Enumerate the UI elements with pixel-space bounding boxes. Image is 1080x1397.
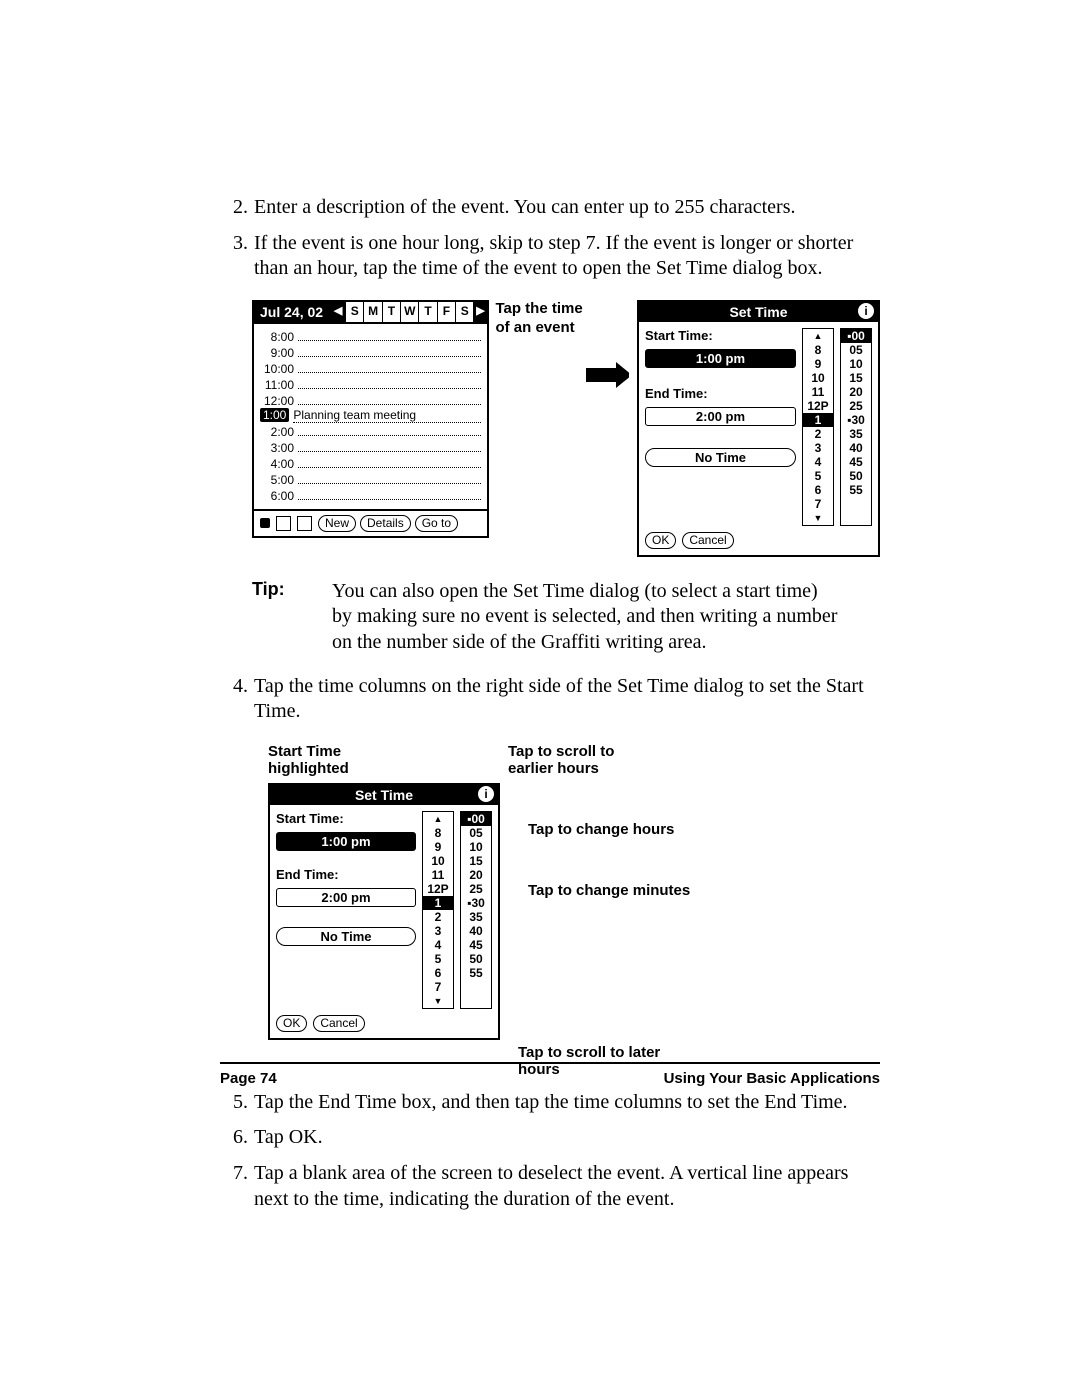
day-button[interactable]: S — [345, 302, 363, 322]
info-icon[interactable]: i — [478, 786, 494, 802]
end-time-field[interactable]: 2:00 pm — [276, 888, 416, 907]
dialog-title: Set Time — [355, 787, 413, 803]
section-title: Using Your Basic Applications — [664, 1070, 880, 1087]
step-text: Tap OK. — [254, 1125, 880, 1151]
arrow-right-icon — [586, 362, 629, 388]
step-num: 7. — [220, 1161, 254, 1212]
time-row[interactable]: 6:00 — [260, 487, 481, 503]
day-button[interactable]: F — [437, 302, 455, 322]
step-text: If the event is one hour long, skip to s… — [254, 231, 880, 282]
info-icon[interactable]: i — [858, 303, 874, 319]
datebook-screen: Jul 24, 02 ◀ S M T W T F S ▶ 8:00 — [252, 300, 489, 538]
time-row[interactable]: 8:00 — [260, 328, 481, 344]
goto-button[interactable]: Go to — [415, 515, 458, 532]
time-row[interactable]: 11:00 — [260, 376, 481, 392]
step-num: 5. — [220, 1090, 254, 1116]
step-num: 3. — [220, 231, 254, 282]
day-button[interactable]: W — [400, 302, 418, 322]
time-row[interactable]: 5:00 — [260, 471, 481, 487]
tip-text: You can also open the Set Time dialog (t… — [332, 579, 880, 656]
start-time-field[interactable]: 1:00 pm — [276, 832, 416, 851]
tip-label: Tip: — [252, 579, 332, 656]
step-5: 5. Tap the End Time box, and then tap th… — [220, 1090, 880, 1116]
minutes-column[interactable]: ▪00 05 10 15 20 25 ▪30 35 40 45 50 55 — [460, 811, 492, 1009]
step-7: 7. Tap a blank area of the screen to des… — [220, 1161, 880, 1212]
figure-settime-annotated: Start Time highlighted Tap to scroll to … — [268, 743, 880, 1078]
no-time-button[interactable]: No Time — [276, 927, 416, 946]
view-month-icon[interactable] — [297, 516, 312, 531]
cancel-button[interactable]: Cancel — [682, 532, 733, 549]
time-row[interactable]: 9:00 — [260, 344, 481, 360]
end-time-label: End Time: — [645, 386, 796, 401]
view-day-icon[interactable] — [260, 518, 270, 528]
page-footer: Page 74 Using Your Basic Applications — [220, 1062, 880, 1087]
scroll-down-icon[interactable]: ▼ — [803, 511, 833, 525]
new-button[interactable]: New — [318, 515, 356, 532]
day-button[interactable]: T — [382, 302, 400, 322]
scroll-down-icon[interactable]: ▼ — [423, 994, 453, 1008]
no-time-button[interactable]: No Time — [645, 448, 796, 467]
datebook-date: Jul 24, 02 — [254, 302, 331, 322]
step-num: 6. — [220, 1125, 254, 1151]
end-time-field[interactable]: 2:00 pm — [645, 407, 796, 426]
scroll-up-icon[interactable]: ▲ — [803, 329, 833, 343]
callout-change-hours: Tap to change hours — [528, 821, 690, 838]
day-button[interactable]: S — [455, 302, 473, 322]
step-text: Tap a blank area of the screen to desele… — [254, 1161, 880, 1212]
step-text: Tap the End Time box, and then tap the t… — [254, 1090, 880, 1116]
details-button[interactable]: Details — [360, 515, 411, 532]
day-button[interactable]: T — [418, 302, 436, 322]
start-time-label: Start Time: — [276, 811, 416, 826]
time-row[interactable]: 12:00 — [260, 392, 481, 408]
callout-scroll-earlier: Tap to scroll to earlier hours — [508, 743, 658, 777]
start-time-label: Start Time: — [645, 328, 796, 343]
set-time-dialog: Set Time i Start Time: 1:00 pm End Time:… — [637, 300, 880, 557]
hours-column[interactable]: ▲ 8 9 10 11 12P 1 2 3 4 5 6 7 — [422, 811, 454, 1009]
callout-tap-time: Tap the time of an event — [489, 300, 584, 338]
time-row[interactable]: 3:00 — [260, 439, 481, 455]
step-3: 3. If the event is one hour long, skip t… — [220, 231, 880, 282]
view-week-icon[interactable] — [276, 516, 291, 531]
step-num: 4. — [220, 674, 254, 725]
step-text: Enter a description of the event. You ca… — [254, 195, 880, 221]
set-time-dialog: Set Time i Start Time: 1:00 pm End Time:… — [268, 783, 500, 1040]
step-num: 2. — [220, 195, 254, 221]
step-6: 6. Tap OK. — [220, 1125, 880, 1151]
end-time-label: End Time: — [276, 867, 416, 882]
ok-button[interactable]: OK — [645, 532, 676, 549]
time-row[interactable]: 2:00 — [260, 423, 481, 439]
event-text[interactable]: Planning team meeting — [293, 408, 481, 423]
ok-button[interactable]: OK — [276, 1015, 307, 1032]
cancel-button[interactable]: Cancel — [313, 1015, 364, 1032]
day-button[interactable]: M — [363, 302, 381, 322]
step-4: 4. Tap the time columns on the right sid… — [220, 674, 880, 725]
step-text: Tap the time columns on the right side o… — [254, 674, 880, 725]
callout-start-highlighted: Start Time highlighted — [268, 743, 388, 777]
next-arrow-icon[interactable]: ▶ — [473, 302, 487, 322]
figure-datebook-settime: Jul 24, 02 ◀ S M T W T F S ▶ 8:00 — [252, 300, 880, 557]
start-time-field[interactable]: 1:00 pm — [645, 349, 796, 368]
selected-time[interactable]: 1:00 — [260, 408, 289, 422]
time-row[interactable]: 4:00 — [260, 455, 481, 471]
datebook-day-nav: ◀ S M T W T F S ▶ — [331, 302, 487, 322]
prev-arrow-icon[interactable]: ◀ — [331, 302, 345, 322]
time-row[interactable]: 10:00 — [260, 360, 481, 376]
page-number: Page 74 — [220, 1070, 277, 1087]
scroll-up-icon[interactable]: ▲ — [423, 812, 453, 826]
minutes-column[interactable]: ▪00 05 10 15 20 25 ▪30 35 40 45 50 55 — [840, 328, 872, 526]
callout-change-minutes: Tap to change minutes — [528, 882, 690, 899]
tip-block: Tip: You can also open the Set Time dial… — [252, 579, 880, 656]
step-2: 2. Enter a description of the event. You… — [220, 195, 880, 221]
dialog-title: Set Time — [729, 304, 787, 320]
hours-column[interactable]: ▲ 8 9 10 11 12P 1 2 3 4 5 6 7 ▼ — [802, 328, 834, 526]
time-row-selected[interactable]: 1:00 Planning team meeting — [260, 408, 481, 423]
